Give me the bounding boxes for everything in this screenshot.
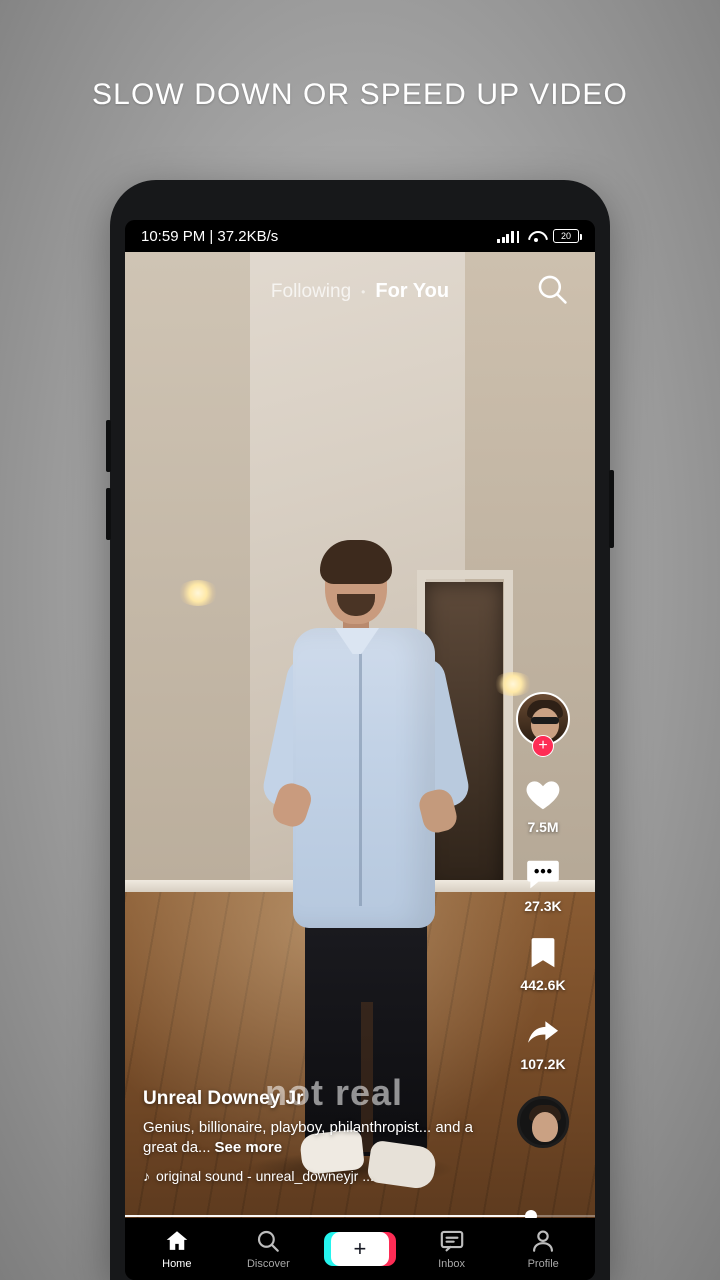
avatar[interactable]: + <box>516 692 570 757</box>
status-time-network: 10:59 PM | 37.2KB/s <box>141 227 279 245</box>
phone-frame: 10:59 PM | 37.2KB/s 20 not real Followin… <box>106 180 614 1280</box>
tab-following[interactable]: Following <box>271 281 351 303</box>
battery-icon: 20 <box>553 229 582 243</box>
status-indicators: 20 <box>497 229 582 243</box>
comment-count: 27.3K <box>524 898 562 914</box>
power-button[interactable] <box>609 470 614 548</box>
action-rail: + 7.5M 27.3K 442.6K 107.2K <box>505 692 581 1148</box>
sound-disc-icon[interactable] <box>517 1096 569 1148</box>
wifi-icon <box>528 230 544 243</box>
nav-label-profile: Profile <box>527 1258 559 1270</box>
nav-item-profile[interactable]: Profile <box>507 1228 579 1270</box>
cellular-signal-icon <box>497 230 519 243</box>
music-title: original sound - unreal_downeyjr ... <box>156 1168 374 1184</box>
like-count: 7.5M <box>527 819 559 835</box>
status-bar: 10:59 PM | 37.2KB/s 20 <box>125 220 595 252</box>
volume-down-button[interactable] <box>106 488 111 540</box>
nav-item-discover[interactable]: Discover <box>232 1228 304 1270</box>
share-button[interactable]: 107.2K <box>520 1013 566 1072</box>
nav-item-inbox[interactable]: Inbox <box>416 1228 488 1270</box>
comment-button[interactable]: 27.3K <box>523 855 563 914</box>
like-button[interactable]: 7.5M <box>523 776 563 835</box>
video-caption: Unreal Downey Jr Genius, billionaire, pl… <box>143 1088 493 1185</box>
music-note-icon: ♪ <box>143 1168 150 1184</box>
nav-item-create[interactable]: + <box>323 1232 396 1266</box>
share-count: 107.2K <box>520 1056 566 1072</box>
tab-separator: • <box>361 284 366 299</box>
page-title: SLOW DOWN OR SPEED UP VIDEO <box>92 78 628 111</box>
music-row[interactable]: ♪ original sound - unreal_downeyjr ... <box>143 1168 493 1184</box>
search-icon[interactable] <box>535 272 569 311</box>
progress-knob[interactable] <box>525 1210 537 1218</box>
bookmark-button[interactable]: 442.6K <box>520 934 566 993</box>
battery-level-text: 20 <box>560 231 571 241</box>
caption-text: Genius, billionaire, playboy, philanthro… <box>143 1118 493 1159</box>
nav-label-home: Home <box>162 1258 192 1270</box>
nav-item-home[interactable]: Home <box>141 1228 213 1270</box>
caption-description: Genius, billionaire, playboy, philanthro… <box>143 1118 473 1156</box>
bottom-nav: Home Discover + Inbox Profile <box>125 1218 595 1280</box>
nav-label-discover: Discover <box>246 1258 290 1270</box>
create-plus-icon[interactable]: + <box>323 1232 396 1266</box>
creator-username[interactable]: Unreal Downey Jr <box>143 1088 493 1110</box>
create-plus-label: + <box>330 1232 389 1266</box>
see-more-button[interactable]: See more <box>215 1139 283 1156</box>
nav-label-inbox: Inbox <box>438 1258 466 1270</box>
video-feed[interactable]: not real Following • For You + 7.5M 27.3… <box>125 252 595 1218</box>
follow-button[interactable]: + <box>532 735 554 757</box>
feed-tabs: Following • For You <box>125 280 595 303</box>
volume-up-button[interactable] <box>106 420 111 472</box>
bookmark-count: 442.6K <box>520 977 566 993</box>
tab-for-you[interactable]: For You <box>375 280 449 303</box>
phone-screen: 10:59 PM | 37.2KB/s 20 not real Followin… <box>125 220 595 1280</box>
video-progress-bar[interactable] <box>125 1210 595 1218</box>
